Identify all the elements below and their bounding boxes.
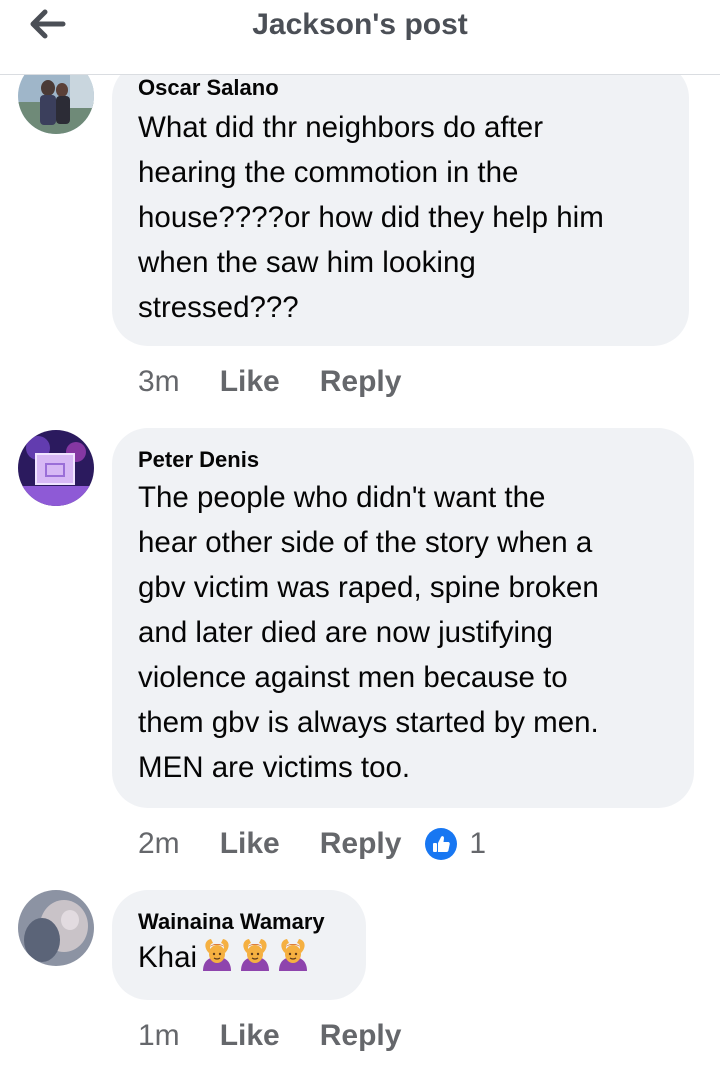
avatar-photo (18, 430, 94, 506)
comment-actions: 1m Like Reply (138, 1016, 425, 1056)
like-button[interactable]: Like (220, 827, 280, 861)
comment-time[interactable]: 3m (138, 365, 180, 399)
comment-text: The people who didn't want the hear othe… (138, 481, 599, 784)
thumbs-up-icon[interactable] (425, 828, 458, 860)
comment-bubble: Peter Denis The people who didn't want t… (112, 428, 694, 808)
top-bar: Jackson's post (0, 0, 720, 75)
comment-author[interactable]: Oscar Salano (138, 75, 663, 101)
avatar-peter-denis[interactable] (18, 430, 94, 506)
reply-button[interactable]: Reply (320, 1019, 402, 1053)
reply-button[interactable]: Reply (320, 827, 402, 861)
comment-bubble: Oscar Salano What did thr neighbors do a… (112, 62, 689, 346)
comment-text: What did thr neighbors do after hearing … (138, 111, 604, 324)
comment-bubble: Wainaina Wamary Khai (112, 890, 366, 1000)
comment-time[interactable]: 2m (138, 827, 180, 861)
comment-actions: 2m Like Reply 1 (138, 824, 486, 864)
person-gesturing-ok-emoji (199, 937, 235, 986)
avatar-wainaina-wamary[interactable] (18, 890, 94, 966)
reaction-count[interactable]: 1 (469, 827, 486, 861)
comment-time[interactable]: 1m (138, 1019, 180, 1053)
like-button[interactable]: Like (220, 1019, 280, 1053)
page-title: Jackson's post (252, 8, 468, 41)
comment-text-row: Khai (138, 935, 340, 986)
person-gesturing-ok-emoji (237, 937, 273, 986)
like-button[interactable]: Like (220, 365, 280, 399)
comment-actions: 3m Like Reply (138, 362, 425, 402)
comment-author[interactable]: Peter Denis (138, 447, 668, 473)
reply-button[interactable]: Reply (320, 365, 402, 399)
comment-text: Khai (138, 941, 198, 974)
comment-author[interactable]: Wainaina Wamary (138, 909, 340, 935)
person-gesturing-ok-emoji (275, 937, 311, 986)
avatar-photo (18, 890, 94, 966)
